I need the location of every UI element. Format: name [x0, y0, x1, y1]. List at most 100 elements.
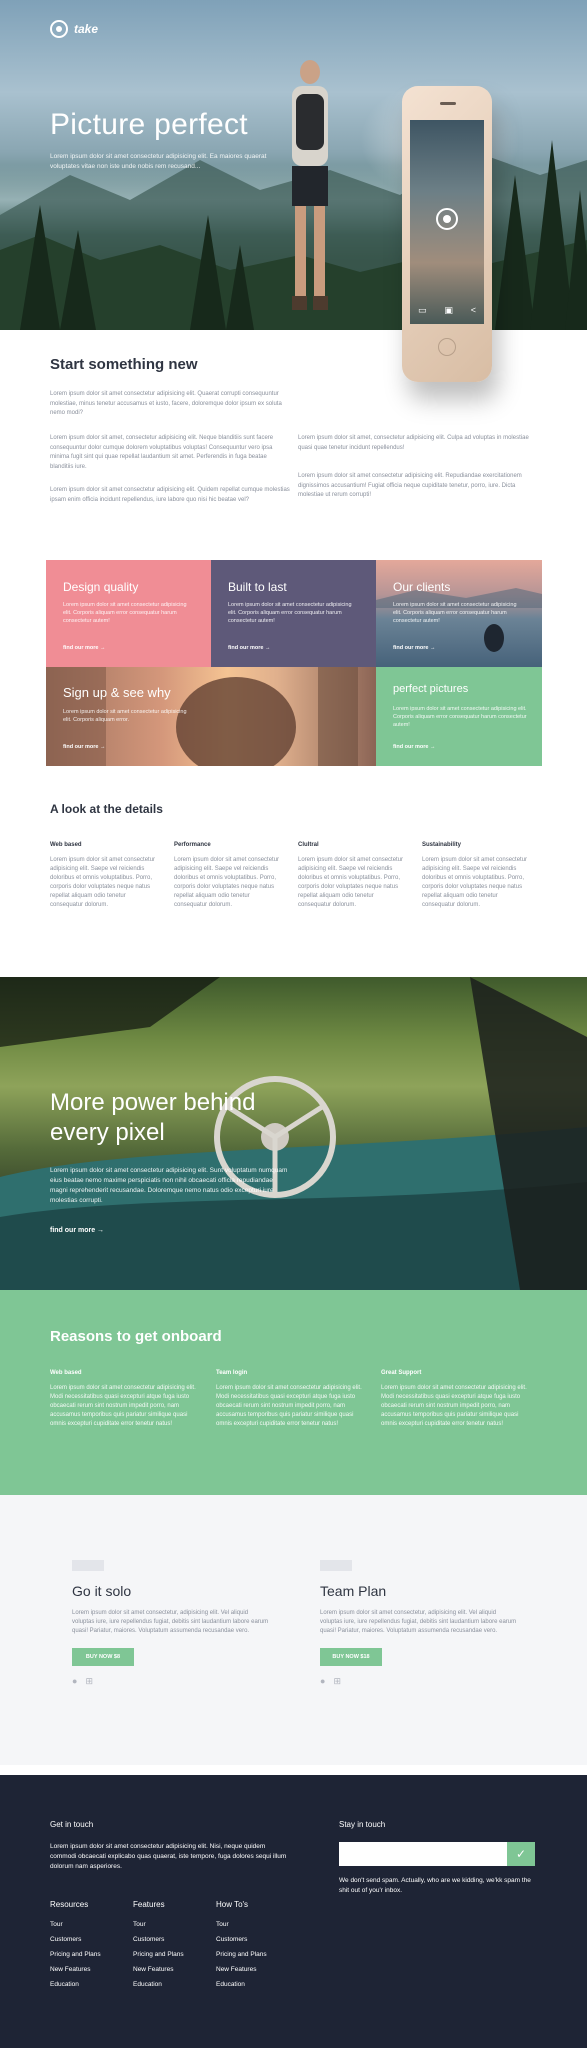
hero-subtitle: Lorem ipsum dolor sit amet consectetur a…	[50, 153, 267, 170]
footer-link[interactable]: Education	[50, 1981, 130, 1996]
footer-link[interactable]: Tour	[216, 1921, 296, 1936]
detail-heading: Web based	[50, 842, 82, 848]
share-icon: <	[470, 305, 476, 315]
windows-icon: ⊞	[333, 1676, 341, 1686]
phone-toolbar: ▭ ▣ <	[418, 305, 476, 316]
reason-heading: Web based	[50, 1370, 82, 1376]
footer-column-features: Features Tour Customers Pricing and Plan…	[133, 1900, 213, 1996]
apple-icon: ●	[320, 1676, 326, 1686]
folder-icon: ▭	[418, 305, 427, 315]
phone-logo-icon	[436, 208, 458, 230]
footer-link[interactable]: Pricing and Plans	[50, 1951, 130, 1966]
reason-heading: Team login	[216, 1370, 248, 1376]
tile-title: Design quality	[63, 580, 139, 594]
tile-link[interactable]: find our more →	[228, 645, 270, 651]
footer-contact-heading: Get in touch	[50, 1820, 94, 1829]
footer-link[interactable]: New Features	[216, 1966, 296, 1981]
footer-link[interactable]: Education	[216, 1981, 296, 1996]
plan-team: Team Plan Lorem ipsum dolor sit amet con…	[320, 1560, 520, 1687]
intro-title: Start something new	[50, 356, 198, 373]
tile-title: Sign up & see why	[63, 685, 171, 700]
detail-body: Lorem ipsum dolor sit amet consectetur a…	[298, 857, 404, 908]
tile-body: Lorem ipsum dolor sit amet consectetur a…	[393, 706, 527, 728]
footer-column-heading: How To's	[216, 1900, 249, 1909]
newsletter-submit-button[interactable]: ✓	[507, 1842, 535, 1866]
tile-body: Lorem ipsum dolor sit amet consectetur a…	[228, 602, 352, 624]
tile-title: perfect pictures	[393, 683, 469, 695]
plan-title: Go it solo	[72, 1583, 132, 1599]
footer-link[interactable]: Education	[133, 1981, 213, 1996]
intro-paragraph: Lorem ipsum dolor sit amet consectetur a…	[50, 391, 282, 416]
tile-perfect-pictures[interactable]: perfect pictures Lorem ipsum dolor sit a…	[376, 667, 542, 766]
phone-screen: ▭ ▣ <	[410, 120, 484, 324]
footer-link[interactable]: New Features	[133, 1966, 213, 1981]
reason-team-login: Team login Lorem ipsum dolor sit amet co…	[216, 1370, 371, 1429]
footer-column-howtos: How To's Tour Customers Pricing and Plan…	[216, 1900, 296, 1996]
power-title: More power behind every pixel	[50, 1089, 256, 1146]
detail-cultural: Clultral Lorem ipsum dolor sit amet cons…	[298, 842, 408, 910]
footer-link[interactable]: Tour	[50, 1921, 130, 1936]
tile-built-to-last[interactable]: Built to last Lorem ipsum dolor sit amet…	[211, 560, 376, 667]
reasons-title: Reasons to get onboard	[50, 1328, 222, 1345]
details-title: A look at the details	[50, 802, 163, 816]
tile-design-quality[interactable]: Design quality Lorem ipsum dolor sit ame…	[46, 560, 211, 667]
tile-our-clients[interactable]: Our clients Lorem ipsum dolor sit amet c…	[376, 560, 542, 667]
brand-logo[interactable]: take	[50, 20, 98, 38]
windows-icon: ⊞	[85, 1676, 93, 1686]
tile-title: Our clients	[393, 580, 451, 594]
footer-link[interactable]: Customers	[50, 1936, 130, 1951]
plan-badge	[320, 1560, 352, 1571]
reason-great-support: Great Support Lorem ipsum dolor sit amet…	[381, 1370, 536, 1429]
tile-link[interactable]: find our more →	[393, 744, 435, 750]
footer-link[interactable]: Pricing and Plans	[133, 1951, 213, 1966]
newsletter-email-input[interactable]	[339, 1842, 507, 1866]
footer-link[interactable]: Customers	[133, 1936, 213, 1951]
brand-name: take	[74, 22, 99, 36]
reason-body: Lorem ipsum dolor sit amet consectetur a…	[216, 1385, 362, 1427]
plan-body: Lorem ipsum dolor sit amet consectetur, …	[320, 1610, 517, 1634]
detail-heading: Clultral	[298, 842, 319, 848]
plan-body: Lorem ipsum dolor sit amet consectetur, …	[72, 1610, 269, 1634]
tile-body: Lorem ipsum dolor sit amet consectetur a…	[63, 709, 187, 723]
plan-badge	[72, 1560, 104, 1571]
intro-paragraph: Lorem ipsum dolor sit amet, consectetur …	[298, 435, 529, 451]
reason-heading: Great Support	[381, 1370, 422, 1376]
buy-now-button[interactable]: BUY NOW $18	[320, 1648, 382, 1666]
footer-link[interactable]: Customers	[216, 1936, 296, 1951]
tile-body: Lorem ipsum dolor sit amet consectetur a…	[63, 602, 187, 624]
footer-link[interactable]: Pricing and Plans	[216, 1951, 296, 1966]
tile-link[interactable]: find our more →	[393, 645, 435, 651]
tile-link[interactable]: find our more →	[63, 744, 105, 750]
reason-body: Lorem ipsum dolor sit amet consectetur a…	[381, 1385, 527, 1427]
footer-column-heading: Features	[133, 1900, 165, 1909]
landing-page: take Picture perfect Lorem ipsum dolor s…	[0, 0, 587, 2048]
detail-body: Lorem ipsum dolor sit amet consectetur a…	[174, 857, 280, 908]
detail-body: Lorem ipsum dolor sit amet consectetur a…	[50, 857, 156, 908]
power-link[interactable]: find our more →	[50, 1227, 104, 1234]
platform-icons: ● ⊞	[320, 1676, 520, 1687]
plan-title: Team Plan	[320, 1583, 387, 1599]
reason-body: Lorem ipsum dolor sit amet consectetur a…	[50, 1385, 196, 1427]
footer-link[interactable]: New Features	[50, 1966, 130, 1981]
detail-sustainability: Sustainability Lorem ipsum dolor sit ame…	[422, 842, 532, 910]
apple-icon: ●	[72, 1676, 78, 1686]
hero-section: take Picture perfect Lorem ipsum dolor s…	[0, 0, 587, 330]
buy-now-button[interactable]: BUY NOW $8	[72, 1648, 134, 1666]
intro-paragraph: Lorem ipsum dolor sit amet, consectetur …	[50, 435, 274, 470]
detail-performance: Performance Lorem ipsum dolor sit amet c…	[174, 842, 284, 910]
tile-title: Built to last	[228, 580, 287, 594]
detail-heading: Performance	[174, 842, 211, 848]
hero-title: Picture perfect	[50, 108, 248, 141]
footer-stay-heading: Stay in touch	[339, 1820, 386, 1829]
logo-ring-icon	[50, 20, 68, 38]
phone-mockup: ▭ ▣ <	[402, 86, 492, 382]
tile-sign-up[interactable]: Sign up & see why Lorem ipsum dolor sit …	[46, 667, 376, 766]
detail-web-based: Web based Lorem ipsum dolor sit amet con…	[50, 842, 160, 910]
tile-body: Lorem ipsum dolor sit amet consectetur a…	[393, 602, 517, 624]
tile-link[interactable]: find our more →	[63, 645, 105, 651]
intro-paragraph: Lorem ipsum dolor sit amet consectetur a…	[298, 473, 522, 498]
footer-link[interactable]: Tour	[133, 1921, 213, 1936]
footer-column-heading: Resources	[50, 1900, 89, 1909]
phone-home-button	[438, 338, 456, 356]
footer-spam-note: We don't send spam. Actually, who are we…	[339, 1877, 531, 1894]
